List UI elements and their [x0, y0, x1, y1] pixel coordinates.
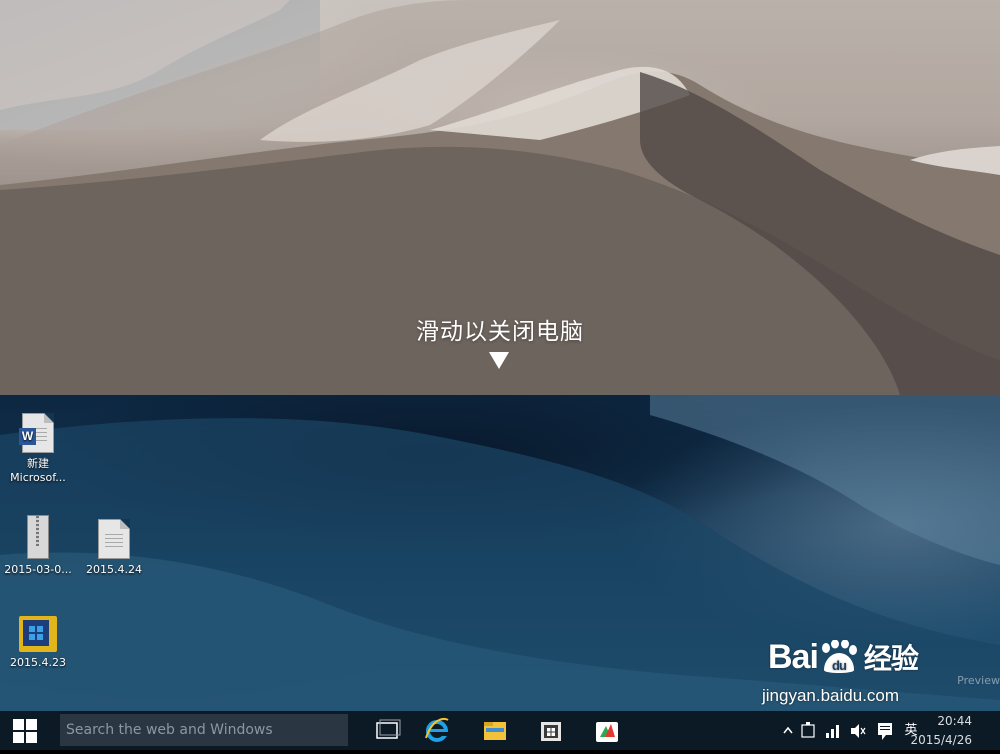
shutdown-prompt: 滑动以关闭电脑 [416, 319, 584, 345]
build-watermark: Preview [957, 674, 1000, 687]
desktop-icon-word-document[interactable]: W 新建 Microsof... [0, 413, 76, 485]
network-tray-button[interactable] [822, 711, 844, 750]
baidu-url: jingyan.baidu.com [762, 686, 900, 705]
internet-explorer-button[interactable] [414, 711, 460, 750]
battery-tray-button[interactable] [798, 711, 820, 750]
word-document-icon: W [19, 413, 54, 453]
desktop-icon-windows-tile[interactable]: 2015.4.23 [0, 616, 76, 670]
file-explorer-button[interactable] [472, 711, 518, 750]
baidu-jingyan-text: 经验 [863, 643, 919, 674]
file-explorer-icon [484, 722, 506, 740]
task-view-button[interactable] [364, 711, 410, 750]
desktop-icon-label: 2015.4.24 [86, 563, 142, 576]
baidu-jingyan-watermark: Bai du 经验 jingyan.baidu.com [762, 638, 919, 705]
desktop-icon-label: 2015-03-0... [4, 563, 72, 576]
network-icon [826, 725, 839, 738]
clock-time: 20:44 [937, 714, 972, 728]
app-icon [596, 722, 618, 742]
taskbar: Search the web and Windows 英 20:44 2015/… [0, 711, 1000, 750]
file-icon [98, 519, 130, 559]
desktop-icon-zip[interactable]: 2015-03-0... [0, 515, 76, 577]
notification-icon [878, 723, 892, 740]
store-button[interactable] [528, 711, 574, 750]
baidu-paw-text: du [832, 658, 847, 673]
slide-to-shutdown-overlay[interactable]: 滑动以关闭电脑 [0, 0, 1000, 395]
search-input[interactable]: Search the web and Windows [60, 714, 348, 746]
show-hidden-icons-button[interactable] [780, 711, 796, 750]
chevron-up-icon [783, 726, 793, 734]
action-center-button[interactable] [872, 711, 898, 750]
baidu-paw-icon: du [818, 639, 858, 674]
internet-explorer-icon [425, 717, 449, 742]
clock[interactable]: 20:44 2015/4/26 [900, 711, 1000, 750]
windows-logo-icon [13, 719, 37, 743]
arrow-down-icon [489, 352, 509, 369]
desktop-icon-label: 新建 [27, 457, 49, 470]
baidu-logo: Bai du 经验 [768, 638, 919, 676]
desktop-icon-label: 2015.4.23 [10, 656, 66, 669]
pinned-app-button[interactable] [584, 711, 630, 750]
zip-archive-icon [27, 515, 49, 559]
task-view-icon [376, 719, 401, 739]
battery-icon [801, 722, 815, 738]
windows-tile-icon [19, 616, 57, 652]
baidu-logo-text: Bai [768, 638, 819, 676]
clock-date: 2015/4/26 [910, 733, 972, 747]
desktop-icon-label: Microsof... [10, 471, 66, 484]
volume-tray-button[interactable] [846, 711, 868, 750]
volume-muted-icon [851, 724, 866, 738]
store-icon [541, 722, 561, 741]
desktop-icon-file[interactable]: 2015.4.24 [76, 519, 152, 577]
start-button[interactable] [0, 711, 50, 750]
